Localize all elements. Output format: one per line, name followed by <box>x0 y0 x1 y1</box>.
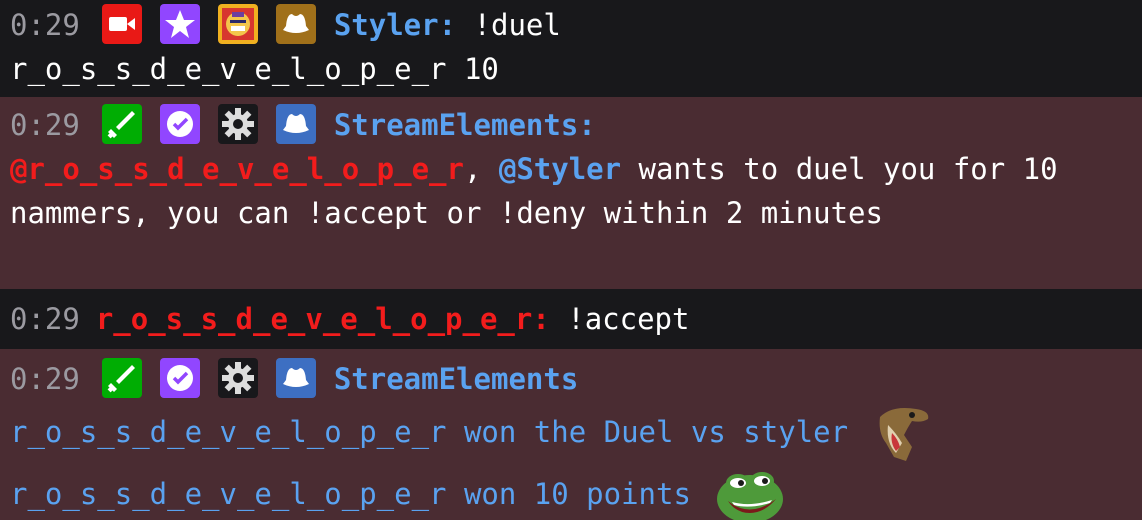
raptor-emote-icon[interactable] <box>872 403 934 465</box>
message-text: !accept <box>549 302 690 336</box>
message-text: , <box>463 152 499 186</box>
mention-link[interactable]: @r_o_s_s_d_e_v_e_l_o_p_e_r <box>10 152 464 186</box>
gear-badge-icon[interactable] <box>217 358 258 398</box>
sword-badge-icon[interactable] <box>101 358 142 398</box>
message-text: r_o_s_s_d_e_v_e_l_o_p_e_r won 10 points <box>10 477 691 511</box>
video-camera-badge-icon[interactable] <box>101 4 142 44</box>
timestamp: 0:29 <box>10 8 80 42</box>
chat-message: 0:29 Styler: !duel r_o_s_s_d_e_v_e_l_o_p… <box>0 0 1142 97</box>
verified-check-badge-icon[interactable] <box>159 104 200 144</box>
chat-message-highlighted: 0:29 StreamElements r_o_s_s_d_e_v_e_l_o_… <box>0 349 1142 520</box>
timestamp: 0:29 <box>10 302 80 336</box>
username[interactable]: Styler: <box>334 8 456 42</box>
chat-message: 0:29 r_o_s_s_d_e_v_e_l_o_p_e_r: !accept <box>0 289 1142 349</box>
message-text-continued: r_o_s_s_d_e_v_e_l_o_p_e_r 10 <box>10 52 499 86</box>
verified-check-badge-icon[interactable] <box>159 358 200 398</box>
gear-badge-icon[interactable] <box>217 104 258 144</box>
message-text: !duel <box>456 8 561 42</box>
username[interactable]: r_o_s_s_d_e_v_e_l_o_p_e_r: <box>96 302 550 336</box>
cowboy-hat-badge-icon[interactable] <box>275 358 316 398</box>
cowboy-hat-badge-icon[interactable] <box>275 104 316 144</box>
chat-message-highlighted: 0:29 StreamElements: @r_o_s_s_d_e_v_e_l_… <box>0 97 1142 289</box>
mention-link[interactable]: @Styler <box>499 152 621 186</box>
pepe-emote-icon[interactable] <box>714 467 786 520</box>
robot-face-badge-icon[interactable] <box>217 4 258 44</box>
message-body: @r_o_s_s_d_e_v_e_l_o_p_e_r, @Styler want… <box>10 147 1132 235</box>
star-badge-icon[interactable] <box>159 4 200 44</box>
message-text: r_o_s_s_d_e_v_e_l_o_p_e_r won the Duel v… <box>10 415 849 449</box>
timestamp: 0:29 <box>10 108 80 142</box>
timestamp: 0:29 <box>10 362 80 396</box>
username[interactable]: StreamElements: <box>334 108 596 142</box>
username[interactable]: StreamElements <box>334 362 578 396</box>
sword-badge-icon[interactable] <box>101 104 142 144</box>
cowboy-hat-badge-icon[interactable] <box>275 4 316 44</box>
